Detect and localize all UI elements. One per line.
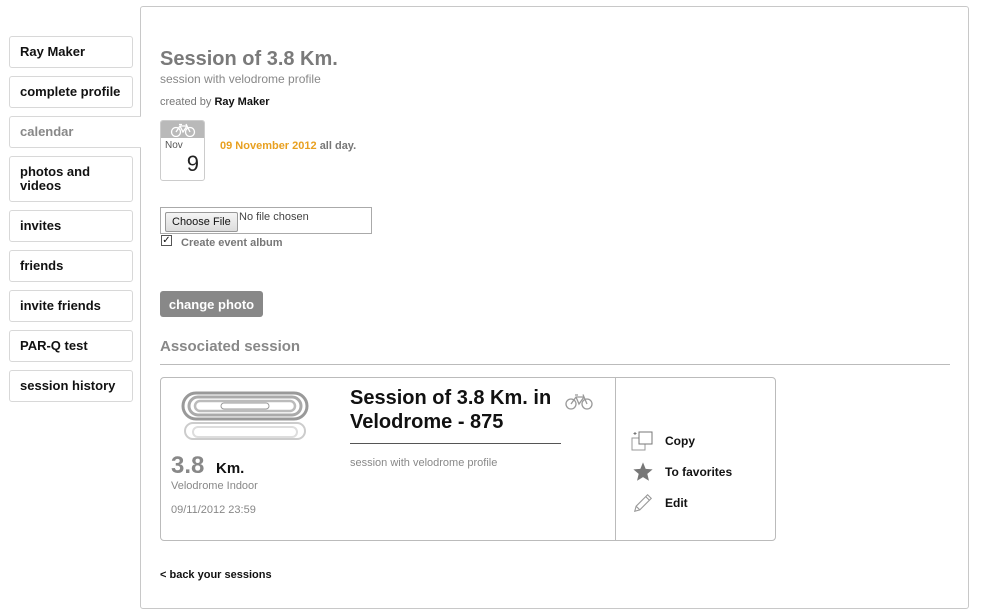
associated-session-heading: Associated session: [160, 338, 301, 355]
sidebar-item-photos-and-videos[interactable]: photos and videos: [9, 156, 133, 202]
sidebar-item-label: invite friends: [20, 298, 101, 313]
add-to-favorites-button[interactable]: To favorites: [631, 460, 732, 484]
session-card: 3.8 Km. Velodrome Indoor 09/11/2012 23:5…: [160, 377, 776, 541]
edit-label: Edit: [665, 496, 688, 510]
copy-button[interactable]: Copy: [631, 429, 695, 453]
file-status-text: No file chosen: [239, 211, 309, 223]
copy-icon: [631, 429, 655, 453]
page-title: Session of 3.8 Km.: [160, 48, 338, 70]
file-upload-field[interactable]: Choose File No file chosen: [160, 207, 372, 234]
sidebar-item-label: PAR-Q test: [20, 338, 88, 353]
sidebar-item-ray-maker[interactable]: Ray Maker: [9, 36, 133, 68]
change-photo-button[interactable]: change photo: [160, 291, 263, 317]
bicycle-icon: [161, 121, 204, 138]
session-datetime: 09/11/2012 23:59: [171, 504, 256, 516]
created-by-name: Ray Maker: [214, 96, 270, 108]
sidebar-item-label: invites: [20, 218, 62, 233]
edit-button[interactable]: Edit: [631, 491, 688, 515]
create-album-checkbox[interactable]: ✓: [161, 235, 172, 246]
copy-label: Copy: [665, 434, 695, 448]
pencil-icon: [631, 491, 655, 515]
choose-file-button[interactable]: Choose File: [165, 212, 238, 232]
event-date: 09 November 2012: [220, 140, 317, 152]
sidebar-item-invites[interactable]: invites: [9, 210, 133, 242]
title-underline: [350, 443, 561, 444]
sidebar-item-label: photos and videos: [20, 164, 91, 193]
main-panel: Session of 3.8 Km. session with velodrom…: [140, 6, 969, 609]
sidebar-item-session-history[interactable]: session history: [9, 370, 133, 402]
sidebar-item-calendar[interactable]: calendar: [9, 116, 141, 148]
session-distance-unit: Km.: [216, 460, 245, 477]
velodrome-track-icon: [181, 391, 309, 440]
sidebar-item-invite-friends[interactable]: invite friends: [9, 290, 133, 322]
calendar-month: Nov: [165, 140, 183, 151]
back-to-sessions-link[interactable]: < back your sessions: [160, 569, 272, 581]
sidebar-item-label: friends: [20, 258, 64, 273]
event-all-day: all day.: [319, 140, 357, 152]
bicycle-icon: [565, 394, 593, 410]
page-subtitle: session with velodrome profile: [160, 72, 321, 86]
session-description: session with velodrome profile: [350, 457, 498, 469]
card-divider: [615, 378, 616, 540]
star-icon: [631, 460, 655, 484]
sidebar-item-label: complete profile: [20, 84, 121, 99]
section-divider: [160, 364, 950, 365]
sidebar-item-complete-profile[interactable]: complete profile: [9, 76, 133, 108]
sidebar-item-par-q-test[interactable]: PAR-Q test: [9, 330, 133, 362]
sidebar-item-label: calendar: [20, 124, 74, 139]
sidebar-item-friends[interactable]: friends: [9, 250, 133, 282]
sidebar-item-label: Ray Maker: [20, 44, 86, 59]
session-distance-value: 3.8: [171, 452, 205, 479]
session-location: Velodrome Indoor: [171, 480, 258, 492]
create-album-label: Create event album: [181, 237, 283, 249]
event-date-line: 09 November 2012 all day.: [220, 140, 356, 152]
calendar-day: 9: [186, 151, 199, 176]
created-by: created by Ray Maker: [160, 96, 269, 108]
calendar-date-icon: Nov 9: [160, 120, 205, 181]
favorites-label: To favorites: [665, 465, 733, 479]
sidebar-item-label: session history: [20, 378, 116, 393]
created-by-prefix: created by: [160, 96, 212, 108]
session-title-link[interactable]: Session of 3.8 Km. in Velodrome - 875: [350, 386, 565, 434]
